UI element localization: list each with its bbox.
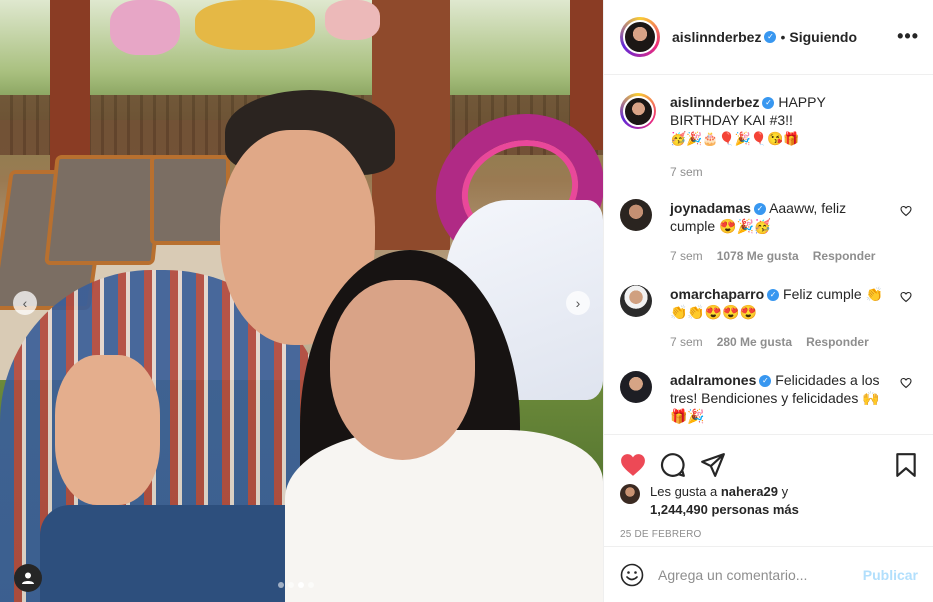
carousel-dots <box>278 582 314 588</box>
comment-heart-icon[interactable] <box>900 291 912 303</box>
author-avatar-ring[interactable] <box>620 17 660 57</box>
carousel-dot-active <box>298 582 304 588</box>
chevron-right-icon: › <box>575 295 581 311</box>
post-panel: aislinnderbez ✓ • Siguiendo ••• aislinnd… <box>603 0 933 602</box>
caption-meta: 7 sem <box>670 163 890 181</box>
share-icon[interactable] <box>700 452 726 478</box>
avatar[interactable] <box>620 199 652 231</box>
comment-likes[interactable]: 280 Me gusta <box>717 333 792 351</box>
reply-button[interactable]: Responder <box>813 247 876 265</box>
caption-time[interactable]: 7 sem <box>670 163 703 181</box>
caption: aislinnderbez ✓ HAPPY BIRTHDAY KAI #3!! 🥳… <box>604 93 933 181</box>
likes-prefix: Les gusta a <box>650 484 718 499</box>
instagram-post: ‹ › aislinnderbez ✓ • Siguiendo ••• aisl… <box>0 0 933 602</box>
avatar <box>623 20 657 54</box>
emoji-icon[interactable] <box>620 563 644 587</box>
author-username[interactable]: aislinnderbez <box>672 29 761 45</box>
comment-heart-icon[interactable] <box>900 205 912 217</box>
carousel-dot <box>308 582 314 588</box>
avatar[interactable] <box>620 484 640 504</box>
likes-joiner: y <box>781 484 789 499</box>
more-options-icon[interactable]: ••• <box>897 26 919 47</box>
comment-time[interactable]: 7 sem <box>670 247 703 265</box>
heart-icon[interactable] <box>620 453 646 477</box>
comment-meta: 7 sem 280 Me gusta Responder <box>670 333 890 351</box>
user-tag-button[interactable] <box>14 564 42 592</box>
photo-woman-face <box>330 280 475 460</box>
photo-chair <box>44 155 166 265</box>
post-photo[interactable]: ‹ › <box>0 0 603 602</box>
caption-avatar-ring[interactable] <box>620 93 656 129</box>
post-actions: Les gusta a nahera29 y 1,244,490 persona… <box>604 434 933 544</box>
avatar[interactable] <box>620 285 652 317</box>
likes-user[interactable]: nahera29 <box>721 484 778 499</box>
comment-username[interactable]: adalramones <box>670 372 756 388</box>
carousel-next-button[interactable]: › <box>566 291 590 315</box>
photo-pillar <box>50 0 90 170</box>
carousel-dot <box>288 582 294 588</box>
verified-badge-icon: ✓ <box>753 203 766 216</box>
avatar[interactable] <box>620 371 652 403</box>
comment-input[interactable] <box>658 566 858 583</box>
reply-button[interactable]: Responder <box>806 333 869 351</box>
comment-heart-icon[interactable] <box>900 377 912 389</box>
comment-item: joynadamas ✓ Aaaww, feliz cumple 😍🎉🥳 7 se… <box>604 199 933 265</box>
caption-emojis: 🥳🎉🎂🎈🎉🎈😘🎁 <box>670 131 800 146</box>
comment-meta: 7 sem 1078 Me gusta Responder <box>670 247 890 265</box>
add-comment-bar: Publicar <box>604 546 933 602</box>
action-icons <box>604 435 933 483</box>
likes-others[interactable]: 1,244,490 personas más <box>650 502 799 517</box>
comment-body: adalramones ✓ Felicidades a los tres! Ben… <box>670 371 890 425</box>
likes-summary: Les gusta a nahera29 y 1,244,490 persona… <box>604 483 933 519</box>
photo-balloon <box>110 0 180 55</box>
photo-peace-hand <box>55 355 160 505</box>
comment-time[interactable]: 7 sem <box>670 333 703 351</box>
header-user: aislinnderbez ✓ • Siguiendo <box>672 29 857 45</box>
bookmark-icon[interactable] <box>894 452 918 478</box>
avatar <box>622 95 654 127</box>
comments-list[interactable]: aislinnderbez ✓ HAPPY BIRTHDAY KAI #3!! 🥳… <box>604 76 933 434</box>
user-tag-icon <box>22 572 34 584</box>
photo-chair <box>150 155 230 245</box>
verified-badge-icon: ✓ <box>764 31 777 43</box>
verified-badge-icon: ✓ <box>762 97 775 110</box>
caption-body: aislinnderbez ✓ HAPPY BIRTHDAY KAI #3!! 🥳… <box>670 93 890 181</box>
caption-username[interactable]: aislinnderbez <box>670 94 759 110</box>
publish-button[interactable]: Publicar <box>863 567 918 583</box>
verified-badge-icon: ✓ <box>759 375 772 388</box>
photo-balloon <box>195 0 315 50</box>
carousel-dot <box>278 582 284 588</box>
header-separator: • <box>780 29 786 45</box>
comment-item: adalramones ✓ Felicidades a los tres! Ben… <box>604 371 933 425</box>
carousel-prev-button[interactable]: ‹ <box>13 291 37 315</box>
chevron-left-icon: ‹ <box>22 295 28 311</box>
comment-item: omarchaparro ✓ Feliz cumple 👏👏👏😍😍😍 7 sem … <box>604 285 933 351</box>
follow-status-button[interactable]: Siguiendo <box>789 29 857 45</box>
post-header: aislinnderbez ✓ • Siguiendo ••• <box>604 0 933 75</box>
comment-username[interactable]: omarchaparro <box>670 286 764 302</box>
comment-icon[interactable] <box>660 452 686 478</box>
verified-badge-icon: ✓ <box>767 289 780 302</box>
photo-woman-top <box>285 430 603 602</box>
comment-body: omarchaparro ✓ Feliz cumple 👏👏👏😍😍😍 7 sem … <box>670 285 890 351</box>
comment-likes[interactable]: 1078 Me gusta <box>717 247 799 265</box>
photo-pillar <box>570 0 603 150</box>
comment-body: joynadamas ✓ Aaaww, feliz cumple 😍🎉🥳 7 se… <box>670 199 890 265</box>
photo-balloon <box>325 0 380 40</box>
comment-username[interactable]: joynadamas <box>670 200 751 216</box>
post-date[interactable]: 25 DE FEBRERO <box>604 529 933 540</box>
likes-text: Les gusta a nahera29 y 1,244,490 persona… <box>650 483 799 519</box>
